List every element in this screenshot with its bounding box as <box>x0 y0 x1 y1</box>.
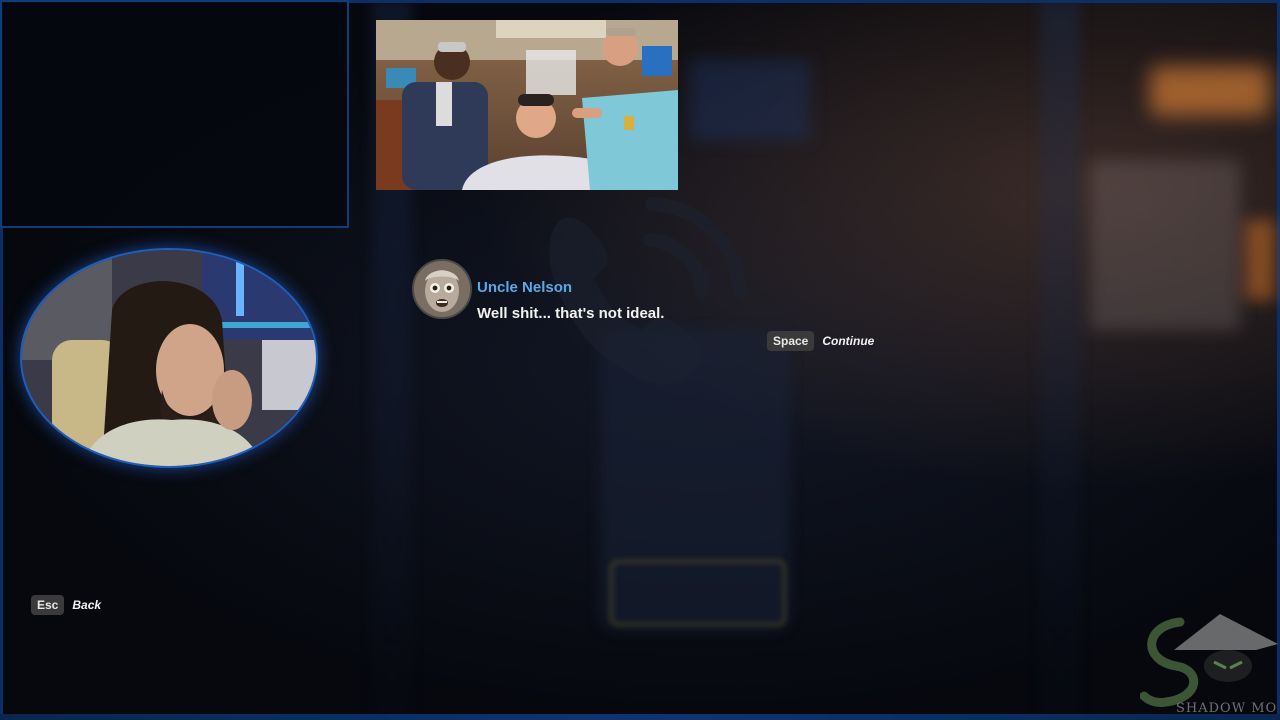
webcam-overlay <box>20 248 318 468</box>
game-screen: Uncle Nelson Well shit... that's not ide… <box>0 0 1280 720</box>
space-key-badge[interactable]: Space <box>767 331 815 351</box>
streamer-webcam-image <box>22 250 316 466</box>
back-label[interactable]: Back <box>72 598 101 612</box>
shadow-monk-logo: SHADOW MONK <box>1140 614 1278 714</box>
logo-text: SHADOW MONK <box>1176 701 1278 714</box>
video-clip <box>376 20 678 190</box>
uncle-nelson-portrait-icon <box>414 261 470 317</box>
background-phone-button <box>610 560 786 626</box>
logo-text-span: SHADOW MONK <box>1176 701 1278 714</box>
phone-icon <box>549 197 747 385</box>
empty-frame-panel <box>0 0 349 228</box>
background-neon-sign <box>1150 66 1270 116</box>
speaker-name: Uncle Nelson <box>477 279 573 296</box>
bottom-frame-rail <box>0 714 1280 720</box>
background-window <box>690 60 810 140</box>
esc-key-badge[interactable]: Esc <box>31 595 65 615</box>
continue-hint[interactable]: Space Continue <box>767 331 874 351</box>
back-hint[interactable]: Esc Back <box>31 595 101 615</box>
dialog-text: Well shit... that's not ideal. <box>477 305 665 322</box>
barbershop-scene-image <box>376 20 678 190</box>
continue-label[interactable]: Continue <box>822 334 874 348</box>
background-storefront <box>1090 160 1240 330</box>
speaker-avatar <box>412 259 472 319</box>
background-light <box>1245 220 1275 300</box>
background-pillar <box>1040 0 1080 720</box>
